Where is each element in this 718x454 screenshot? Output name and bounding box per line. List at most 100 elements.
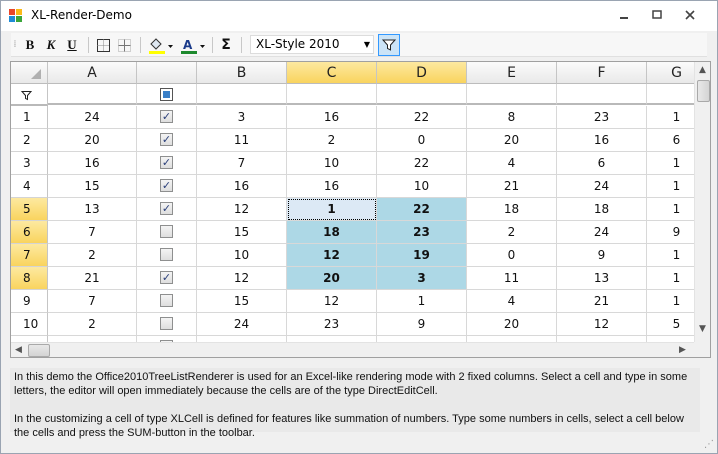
table-cell[interactable]: 1 <box>287 198 377 221</box>
row-header[interactable]: 6 <box>11 221 48 244</box>
table-cell[interactable]: 3 <box>197 106 287 129</box>
checkbox-checked-icon[interactable]: ✓ <box>160 133 173 146</box>
table-cell[interactable]: 12 <box>557 313 647 336</box>
row-checkbox[interactable] <box>137 290 197 313</box>
table-cell[interactable]: 2 <box>467 221 557 244</box>
table-cell[interactable]: 21 <box>48 267 137 290</box>
table-cell[interactable]: 16 <box>557 129 647 152</box>
table-cell[interactable]: 12 <box>287 290 377 313</box>
close-button[interactable] <box>677 7 703 25</box>
table-cell[interactable]: 22 <box>377 152 467 175</box>
table-cell[interactable]: 15 <box>197 290 287 313</box>
checkbox-unchecked-icon[interactable] <box>160 294 173 307</box>
scroll-left-arrow-icon[interactable]: ◀ <box>15 345 22 355</box>
table-cell[interactable]: 10 <box>287 152 377 175</box>
resize-grip-icon[interactable]: ⋰ <box>704 439 714 450</box>
table-cell[interactable]: 2 <box>48 313 137 336</box>
horizontal-scroll-thumb[interactable] <box>28 344 50 357</box>
table-cell[interactable]: 12 <box>287 244 377 267</box>
table-cell[interactable]: 13 <box>48 198 137 221</box>
italic-button[interactable]: K <box>42 35 60 55</box>
fill-color-button[interactable] <box>146 35 176 55</box>
row-checkbox[interactable]: ✓ <box>137 129 197 152</box>
scroll-up-arrow-icon[interactable]: ▲ <box>699 65 706 75</box>
row-header[interactable]: 7 <box>11 244 48 267</box>
filter-cell[interactable] <box>557 84 647 105</box>
table-cell[interactable]: 16 <box>197 175 287 198</box>
horizontal-scrollbar[interactable]: ◀ ▶ <box>11 342 694 357</box>
table-cell[interactable]: 4 <box>467 290 557 313</box>
checkbox-checked-icon[interactable]: ✓ <box>160 271 173 284</box>
scroll-right-arrow-icon[interactable]: ▶ <box>679 345 686 355</box>
column-header[interactable]: C <box>287 62 377 84</box>
table-cell[interactable]: 24 <box>557 221 647 244</box>
style-select[interactable]: XL-Style 2010 ▼ <box>250 35 374 54</box>
table-cell[interactable]: 16 <box>287 175 377 198</box>
table-cell[interactable]: 16 <box>287 106 377 129</box>
table-cell[interactable]: 22 <box>377 106 467 129</box>
row-checkbox[interactable]: ✓ <box>137 106 197 129</box>
row-checkbox[interactable]: ✓ <box>137 198 197 221</box>
bold-button[interactable]: B <box>21 35 39 55</box>
checkbox-unchecked-icon[interactable] <box>160 225 173 238</box>
row-checkbox[interactable] <box>137 244 197 267</box>
table-cell[interactable]: 10 <box>377 175 467 198</box>
column-header[interactable] <box>137 62 197 84</box>
row-header[interactable]: 10 <box>11 313 48 336</box>
checkbox-unchecked-icon[interactable] <box>160 317 173 330</box>
checkbox-unchecked-icon[interactable] <box>160 248 173 261</box>
vertical-scrollbar[interactable]: ▲ ▼ <box>694 62 710 342</box>
table-cell[interactable]: 21 <box>557 290 647 313</box>
filter-cell[interactable] <box>137 84 197 105</box>
table-cell[interactable]: 1 <box>377 290 467 313</box>
table-cell[interactable]: 12 <box>197 198 287 221</box>
table-cell[interactable]: 0 <box>377 129 467 152</box>
table-cell[interactable]: 20 <box>467 129 557 152</box>
table-cell[interactable]: 3 <box>377 267 467 290</box>
column-header[interactable]: B <box>197 62 287 84</box>
filter-cell[interactable] <box>377 84 467 105</box>
row-header[interactable]: 1 <box>11 106 48 129</box>
table-cell[interactable]: 23 <box>287 313 377 336</box>
table-cell[interactable]: 22 <box>377 198 467 221</box>
table-cell[interactable]: 18 <box>467 198 557 221</box>
row-header[interactable]: 9 <box>11 290 48 313</box>
column-header[interactable]: D <box>377 62 467 84</box>
filter-cell[interactable] <box>467 84 557 105</box>
row-checkbox[interactable] <box>137 221 197 244</box>
table-cell[interactable]: 0 <box>467 244 557 267</box>
maximize-button[interactable] <box>644 7 670 25</box>
table-cell[interactable]: 10 <box>197 244 287 267</box>
row-checkbox[interactable]: ✓ <box>137 267 197 290</box>
inner-borders-button[interactable] <box>115 35 133 55</box>
table-cell[interactable]: 9 <box>377 313 467 336</box>
filter-toggle-button[interactable] <box>378 34 400 56</box>
vertical-scroll-thumb[interactable] <box>697 80 710 102</box>
grid-corner[interactable] <box>11 62 48 84</box>
table-cell[interactable]: 4 <box>467 152 557 175</box>
table-cell[interactable]: 23 <box>557 106 647 129</box>
minimize-button[interactable] <box>611 7 637 25</box>
filter-row-header[interactable] <box>11 84 48 106</box>
row-checkbox[interactable]: ✓ <box>137 175 197 198</box>
table-cell[interactable]: 13 <box>557 267 647 290</box>
filter-checkbox-icon[interactable] <box>160 88 173 101</box>
checkbox-checked-icon[interactable]: ✓ <box>160 110 173 123</box>
filter-cell[interactable] <box>287 84 377 105</box>
table-cell[interactable]: 6 <box>557 152 647 175</box>
table-cell[interactable]: 2 <box>287 129 377 152</box>
row-checkbox[interactable]: ✓ <box>137 152 197 175</box>
filter-cell[interactable] <box>48 84 137 105</box>
row-checkbox[interactable] <box>137 313 197 336</box>
underline-button[interactable]: U <box>63 35 81 55</box>
table-cell[interactable]: 20 <box>48 129 137 152</box>
table-cell[interactable]: 12 <box>197 267 287 290</box>
table-cell[interactable]: 15 <box>48 175 137 198</box>
filter-cell[interactable] <box>197 84 287 105</box>
table-cell[interactable]: 24 <box>557 175 647 198</box>
table-cell[interactable]: 24 <box>197 313 287 336</box>
table-cell[interactable]: 20 <box>467 313 557 336</box>
table-cell[interactable]: 16 <box>48 152 137 175</box>
row-header[interactable]: 3 <box>11 152 48 175</box>
table-cell[interactable]: 9 <box>557 244 647 267</box>
